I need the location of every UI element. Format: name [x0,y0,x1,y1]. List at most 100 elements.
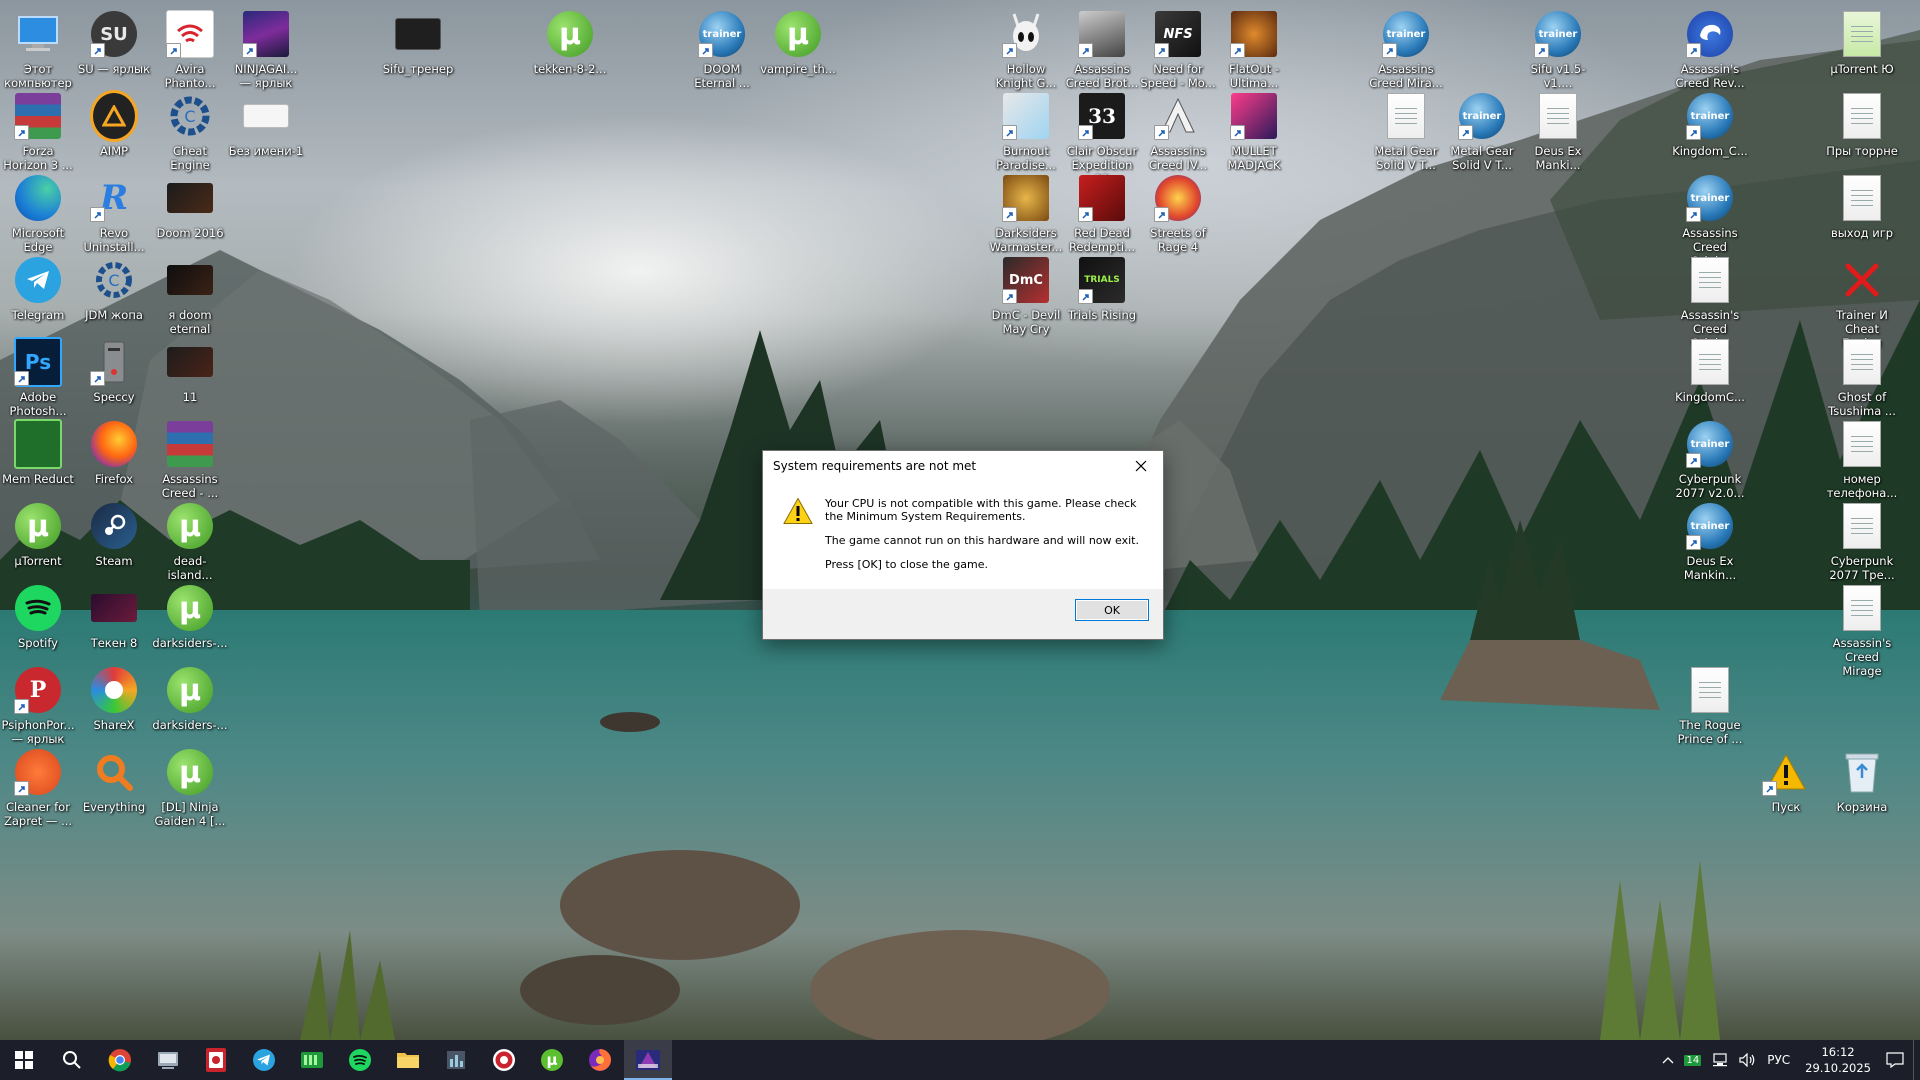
shortcut-arrow-icon [14,125,29,140]
desktop-icon-pusk[interactable]: Пуск [1748,744,1824,844]
taskbar-utorrent[interactable]: µ [528,1040,576,1080]
desktop-icon-sifu-trainer-2[interactable]: trainer Sifu v1.5-v1.... [1520,6,1596,106]
desktop-icon-vampire[interactable]: µ vampire_th... [760,6,836,106]
desktop-icon-recycle-bin[interactable]: Корзина [1824,744,1900,844]
hollow-knight-icon [1002,10,1050,58]
spotify-icon [349,1049,371,1071]
taskbar-file-explorer[interactable] [384,1040,432,1080]
desktop-icon-deus-ex-trainer[interactable]: trainer Deus Ex Mankin... [1672,498,1748,598]
dialog-footer: OK [763,589,1163,639]
fling-trainer-icon: trainer [1686,92,1734,140]
desktop-icon-mullet-madjack[interactable]: MULLET MADJACK [1216,88,1292,188]
dialog-title-bar[interactable]: System requirements are not met [763,451,1163,481]
desktop-icon-bez-imeni[interactable]: Без имени-1 [228,88,304,188]
ninja-gaiden-icon [242,10,290,58]
desktop-icon-rogue-prince[interactable]: The Rogue Prince of ... [1672,662,1748,762]
clock-date: 29.10.2025 [1805,1061,1871,1075]
tray-volume[interactable] [1734,1040,1762,1080]
fling-trainer-icon: trainer [1458,92,1506,140]
taskbar-spotify[interactable] [336,1040,384,1080]
fling-trainer-icon: trainer [1534,10,1582,58]
desktop-icon-ac-mirage-file[interactable]: Assassin's Creed Mirage [1824,580,1900,680]
taskbar-task-manager[interactable] [432,1040,480,1080]
desktop-icon-sifu-trainer[interactable]: Sifu_тренер [380,6,456,106]
shortcut-arrow-icon [1002,43,1017,58]
avira-icon [206,1048,226,1072]
firefox-icon [90,420,138,468]
tray-clock[interactable]: 16:12 29.10.2025 [1795,1044,1881,1076]
task-manager-icon [447,1051,465,1069]
taskbar-file-manager[interactable] [144,1040,192,1080]
chrome-icon [108,1049,131,1072]
taskbar-chrome[interactable] [96,1040,144,1080]
dialog-message-line-1: Your CPU is not compatible with this gam… [825,497,1137,523]
search-button[interactable] [48,1040,96,1080]
need-for-speed-icon: NFS [1154,10,1202,58]
desktop-icon-cleaner-zapret[interactable]: Cleaner for Zapret — ... [0,744,76,844]
tray-show-hidden[interactable] [1657,1040,1679,1080]
shortcut-arrow-icon [90,371,105,386]
desktop-icon-mgs-1[interactable]: Metal Gear Solid V T... [1368,88,1444,188]
tray-language[interactable]: РУС [1762,1040,1795,1080]
darksiders-icon [1002,174,1050,222]
ok-button[interactable]: OK [1075,599,1149,621]
desktop-icon-dmc[interactable]: DmC DmC - Devil May Cry [988,252,1064,352]
desktop-icon-everything[interactable]: Everything [76,744,152,844]
desktop-icon-streets-of-rage[interactable]: Streets of Rage 4 [1140,170,1216,270]
taskbar-avira[interactable] [192,1040,240,1080]
desktop-icon-trials-rising[interactable]: TRIALS Trials Rising [1064,252,1140,352]
dialog-message: Your CPU is not compatible with this gam… [825,497,1145,582]
windows-start-icon [15,1051,33,1069]
desktop-icon-tekken8-torrent[interactable]: µ tekken-8-2... [532,6,608,106]
utorrent-icon: µ [14,502,62,550]
fling-trainer-icon: trainer [1382,10,1430,58]
desktop[interactable]: Этот компьютер Forza Horizon 3 ... Micro… [0,0,1920,1040]
shortcut-arrow-icon [1154,125,1169,140]
shortcut-arrow-icon [1762,781,1777,796]
taskbar-firefox[interactable] [576,1040,624,1080]
text-file-icon [1382,92,1430,140]
assassins-creed-icon [1078,10,1126,58]
avira-icon [166,10,214,58]
mem-reduct-icon [301,1052,323,1068]
text-file-icon [1686,338,1734,386]
shortcut-arrow-icon [90,43,105,58]
show-desktop-button[interactable] [1913,1040,1920,1080]
utorrent-file-icon [1838,10,1886,58]
image-thumbnail-icon [242,92,290,140]
tray-badge-app[interactable]: 14 [1679,1040,1706,1080]
shortcut-arrow-icon [1078,125,1093,140]
taskbar-telegram[interactable] [240,1040,288,1080]
fling-trainer-icon: trainer [1686,420,1734,468]
computer-icon [14,10,62,58]
taskbar-uplay[interactable] [480,1040,528,1080]
desktop-icon-mgs-2[interactable]: trainer Metal Gear Solid V T... [1444,88,1520,188]
shortcut-arrow-icon [1686,453,1701,468]
firefox-icon [589,1049,611,1071]
shortcut-arrow-icon [1154,207,1169,222]
taskbar-mem-reduct[interactable] [288,1040,336,1080]
shortcut-arrow-icon [1078,289,1093,304]
shortcut-arrow-icon [1686,43,1701,58]
shortcut-arrow-icon [14,781,29,796]
fling-trainer-icon: trainer [698,10,746,58]
dialog-message-line-3: Press [OK] to close the game. [825,558,989,571]
shortcut-arrow-icon [166,43,181,58]
revo-uninstaller-icon: R [90,174,138,222]
mem-reduct-icon [14,419,62,469]
start-button[interactable] [0,1040,48,1080]
dialog-body: Your CPU is not compatible with this gam… [763,481,1163,589]
taskbar: µ 14 РУС 16:12 29.10.2025 [0,1040,1920,1080]
red-dead-icon [1078,174,1126,222]
dialog-close-button[interactable] [1119,451,1163,481]
utorrent-icon: µ [541,1049,563,1071]
desktop-icon-ninja-gaiden-4[interactable]: µ [DL] Ninja Gaiden 4 [... [152,744,228,844]
action-center-button[interactable] [1881,1040,1909,1080]
text-file-icon [1838,92,1886,140]
ubisoft-icon [1686,10,1734,58]
desktop-icon-doom-eternal[interactable]: trainer DOOM Eternal ... [684,6,760,106]
dialog-message-line-2: The game cannot run on this hardware and… [825,534,1139,547]
text-file-icon [1838,420,1886,468]
tray-network[interactable] [1706,1040,1734,1080]
taskbar-ninja-gaiden-active[interactable] [624,1040,672,1080]
